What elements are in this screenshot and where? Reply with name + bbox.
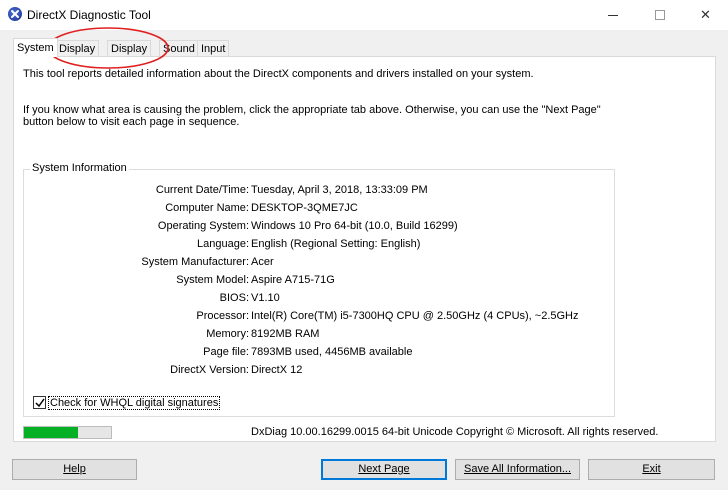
save-all-information-button[interactable]: Save All Information...	[455, 459, 580, 480]
info-value: 8192MB RAM	[251, 328, 320, 340]
info-row-processor: Processor: Intel(R) Core(TM) i5-7300HQ C…	[24, 310, 616, 324]
window-title: DirectX Diagnostic Tool	[27, 8, 151, 22]
close-icon: ✕	[700, 7, 711, 22]
info-row-directx-version: DirectX Version: DirectX 12	[24, 364, 616, 378]
info-label: Processor:	[196, 310, 249, 322]
help-button[interactable]: Help	[12, 459, 137, 480]
intro-text: This tool reports detailed information a…	[23, 68, 534, 80]
help-button-label: Help	[63, 463, 86, 475]
info-label: Page file:	[203, 346, 249, 358]
tab-display-2[interactable]: Display 2	[107, 40, 152, 67]
info-value: Windows 10 Pro 64-bit (10.0, Build 16299…	[251, 220, 458, 232]
tab-input[interactable]: Input	[197, 40, 230, 57]
info-row-system-model: System Model: Aspire A715-71G	[24, 274, 616, 288]
progress-bar	[23, 426, 112, 439]
info-value: DirectX 12	[251, 364, 303, 376]
info-value: English (Regional Setting: English)	[251, 238, 421, 250]
exit-button[interactable]: Exit	[588, 459, 715, 480]
whql-checkbox[interactable]	[33, 396, 46, 409]
close-button[interactable]: ✕	[683, 0, 728, 30]
next-page-button[interactable]: Next Page	[321, 459, 447, 480]
minimize-button[interactable]	[590, 0, 635, 30]
title-bar: DirectX Diagnostic Tool ✕	[0, 0, 728, 30]
maximize-button[interactable]	[637, 0, 682, 30]
info-value: Aspire A715-71G	[251, 274, 335, 286]
tab-system[interactable]: System	[13, 38, 58, 57]
info-label: Computer Name:	[165, 202, 249, 214]
info-row-bios: BIOS: V1.10	[24, 292, 616, 306]
exit-button-label: Exit	[642, 463, 661, 475]
info-value: Acer	[251, 256, 274, 268]
info-label: Language:	[197, 238, 249, 250]
tab-sound[interactable]: Sound	[159, 40, 199, 57]
info-label: DirectX Version:	[170, 364, 249, 376]
version-copyright-text: DxDiag 10.00.16299.0015 64-bit Unicode C…	[251, 426, 659, 438]
minimize-icon	[607, 14, 618, 16]
info-row-computer-name: Computer Name: DESKTOP-3QME7JC	[24, 202, 616, 216]
info-label: Current Date/Time:	[155, 184, 249, 196]
info-row-system-manufacturer: System Manufacturer: Acer	[24, 256, 616, 270]
instructions-text: If you know what area is causing the pro…	[23, 104, 601, 128]
info-row-language: Language: English (Regional Setting: Eng…	[24, 238, 616, 252]
info-row-page-file: Page file: 7893MB used, 4456MB available	[24, 346, 616, 360]
checkmark-icon	[35, 398, 45, 408]
info-value: Intel(R) Core(TM) i5-7300HQ CPU @ 2.50GH…	[251, 310, 579, 322]
progress-fill	[24, 427, 78, 438]
maximize-icon	[654, 10, 665, 20]
next-page-button-label: Next Page	[358, 463, 410, 475]
info-row-memory: Memory: 8192MB RAM	[24, 328, 616, 342]
info-label: System Model:	[176, 274, 249, 286]
tab-display-1[interactable]: Display 1	[55, 40, 100, 67]
group-title: System Information	[30, 162, 129, 174]
info-label: Operating System:	[157, 220, 249, 232]
info-value: V1.10	[251, 292, 280, 304]
info-row-date-time: Current Date/Time: Tuesday, April 3, 201…	[24, 184, 616, 198]
info-value: DESKTOP-3QME7JC	[251, 202, 358, 214]
info-row-operating-system: Operating System: Windows 10 Pro 64-bit …	[24, 220, 616, 234]
system-tab-panel: This tool reports detailed information a…	[13, 56, 716, 442]
info-value: 7893MB used, 4456MB available	[251, 346, 413, 358]
save-all-button-label: Save All Information...	[464, 463, 571, 475]
info-label: System Manufacturer:	[141, 256, 249, 268]
system-information-group: System Information Current Date/Time: Tu…	[23, 162, 616, 417]
info-label: Memory:	[206, 328, 249, 340]
whql-checkbox-label[interactable]: Check for WHQL digital signatures	[48, 396, 221, 410]
info-value: Tuesday, April 3, 2018, 13:33:09 PM	[251, 184, 428, 196]
info-label: BIOS:	[219, 292, 249, 304]
directx-x-icon	[8, 7, 22, 21]
